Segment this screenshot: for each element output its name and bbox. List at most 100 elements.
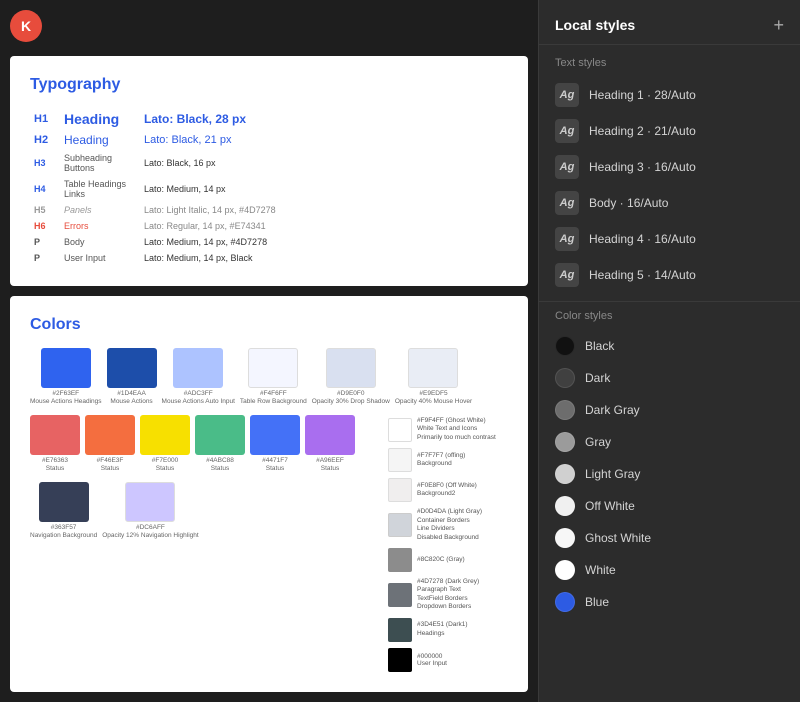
swatch-box-ghostwhite bbox=[388, 418, 412, 442]
color-style-lightgray[interactable]: Light Gray bbox=[539, 458, 800, 490]
ag-icon-heading1: Ag bbox=[555, 83, 579, 107]
text-style-heading3[interactable]: Ag Heading 3 · 16/Auto bbox=[539, 149, 800, 185]
swatch-paleblue: #F4F6FFTable Row Background bbox=[240, 348, 307, 407]
color-swatch-dark1: #3D4E51 (Dark1)Headings bbox=[388, 616, 508, 644]
typo-name-h1: Heading bbox=[60, 108, 140, 130]
swatch-brightblue-box bbox=[250, 415, 300, 455]
color-style-offwhite-label: Off White bbox=[585, 499, 635, 513]
swatch-navbg: #363F57Navigation Background bbox=[30, 482, 97, 541]
swatch-yellow-box bbox=[140, 415, 190, 455]
swatch-yellow-text: #F7E000Status bbox=[152, 457, 178, 474]
swatch-paleblue-text: #F4F6FFTable Row Background bbox=[240, 390, 307, 407]
swatch-yellow: #F7E000Status bbox=[140, 415, 190, 474]
typo-label-h4: H4 bbox=[30, 176, 60, 202]
color-style-offwhite[interactable]: Off White bbox=[539, 490, 800, 522]
swatch-navhigh-text: #DC6AFFOpacity 12% Navigation Highlight bbox=[102, 524, 198, 541]
color-style-darkgray-label: Dark Gray bbox=[585, 403, 640, 417]
typo-desc-p2: Lato: Medium, 14 px, Black bbox=[140, 250, 508, 266]
swatch-green: #4ABC88Status bbox=[195, 415, 245, 474]
color-circle-blue bbox=[555, 592, 575, 612]
color-circle-darkgray bbox=[555, 400, 575, 420]
text-style-heading4-label: Heading 4 · 16/Auto bbox=[589, 232, 696, 246]
color-swatch-offwhite: #F7F7F7 (offing)Background bbox=[388, 446, 508, 474]
text-style-body-label: Body · 16/Auto bbox=[589, 196, 668, 210]
text-style-heading4[interactable]: Ag Heading 4 · 16/Auto bbox=[539, 221, 800, 257]
color-style-dark[interactable]: Dark bbox=[539, 362, 800, 394]
color-circle-dark bbox=[555, 368, 575, 388]
color-style-black-label: Black bbox=[585, 339, 614, 353]
typo-label-h6: H6 bbox=[30, 218, 60, 234]
typo-label-p: P bbox=[30, 234, 60, 250]
swatch-bluegray-text: #D9E0F0Opacity 30% Drop Shadow bbox=[312, 390, 390, 407]
color-style-gray[interactable]: Gray bbox=[539, 426, 800, 458]
text-style-heading3-label: Heading 3 · 16/Auto bbox=[589, 160, 696, 174]
ag-icon-heading2: Ag bbox=[555, 119, 579, 143]
color-circle-offwhite bbox=[555, 496, 575, 516]
swatch-brightblue: #4471F7Status bbox=[250, 415, 300, 474]
typography-table: H1 Heading Lato: Black, 28 px H2 Heading… bbox=[30, 108, 508, 266]
text-style-heading1[interactable]: Ag Heading 1 · 28/Auto bbox=[539, 77, 800, 113]
color-swatch-darkgray: #4D7278 (Dark Grey)Paragraph TextTextFie… bbox=[388, 576, 508, 614]
swatch-label-darkgray: #4D7278 (Dark Grey)Paragraph TextTextFie… bbox=[417, 578, 479, 612]
color-style-black[interactable]: Black bbox=[539, 330, 800, 362]
swatch-darkblue-box bbox=[107, 348, 157, 388]
right-content: Text styles Ag Heading 1 · 28/Auto Ag He… bbox=[539, 45, 800, 702]
dark-swatches: #363F57Navigation Background #DC6AFFOpac… bbox=[30, 482, 378, 541]
color-swatch-lightgray: #D0D4DA (Light Gray)Container BordersLin… bbox=[388, 506, 508, 544]
text-style-heading2-label: Heading 2 · 21/Auto bbox=[589, 124, 696, 138]
swatch-red-text: #E76363Status bbox=[42, 457, 68, 474]
color-style-ghostwhite[interactable]: Ghost White bbox=[539, 522, 800, 554]
ag-icon-heading5: Ag bbox=[555, 263, 579, 287]
right-panel: Local styles + Text styles Ag Heading 1 … bbox=[538, 0, 800, 702]
color-style-darkgray[interactable]: Dark Gray bbox=[539, 394, 800, 426]
swatch-red-box bbox=[30, 415, 80, 455]
swatch-purple: #A96EEFStatus bbox=[305, 415, 355, 474]
swatch-lightblue: #ADC3FFMouse Actions Auto Input bbox=[162, 348, 235, 407]
typo-desc-h2: Lato: Black, 21 px bbox=[140, 130, 508, 150]
color-style-dark-label: Dark bbox=[585, 371, 610, 385]
swatch-blue-text: #2F63EFMouse Actions Headings bbox=[30, 390, 102, 407]
swatch-orange-box bbox=[85, 415, 135, 455]
primary-swatches: #2F63EFMouse Actions Headings #1D4EAAMou… bbox=[30, 348, 508, 407]
swatch-darkblue-text: #1D4EAAMouse Actions bbox=[110, 390, 152, 407]
typo-desc-h4: Lato: Medium, 14 px bbox=[140, 176, 508, 202]
color-swatch-black: #000000User Input bbox=[388, 646, 508, 674]
ag-icon-body: Ag bbox=[555, 191, 579, 215]
color-circle-lightgray bbox=[555, 464, 575, 484]
swatch-box-lightgray bbox=[388, 513, 412, 537]
add-style-button[interactable]: + bbox=[773, 16, 784, 34]
typo-label-h5: H5 bbox=[30, 202, 60, 218]
colors-card: Colors #2F63EFMouse Actions Headings #1D… bbox=[10, 296, 528, 692]
color-style-blue[interactable]: Blue bbox=[539, 586, 800, 618]
typo-label-h3: H3 bbox=[30, 150, 60, 176]
swatch-paleblue-box bbox=[248, 348, 298, 388]
swatch-hovergray-box bbox=[408, 348, 458, 388]
swatch-brightblue-text: #4471F7Status bbox=[262, 457, 288, 474]
typo-name-h2: Heading bbox=[60, 130, 140, 150]
typo-name-h5: Panels bbox=[60, 202, 140, 218]
colors-title: Colors bbox=[30, 316, 508, 334]
color-style-white[interactable]: White bbox=[539, 554, 800, 586]
color-swatch-gray: #8C820C (Gray) bbox=[388, 546, 508, 574]
typography-card: Typography H1 Heading Lato: Black, 28 px… bbox=[10, 56, 528, 286]
swatch-lightblue-text: #ADC3FFMouse Actions Auto Input bbox=[162, 390, 235, 407]
avatar-initial: K bbox=[21, 18, 31, 34]
swatch-box-darkgray bbox=[388, 583, 412, 607]
typo-name-h4: Table Headings Links bbox=[60, 176, 140, 202]
typo-name-h6: Errors bbox=[60, 218, 140, 234]
swatch-orange: #F46E3FStatus bbox=[85, 415, 135, 474]
ag-icon-heading3: Ag bbox=[555, 155, 579, 179]
typo-desc-p: Lato: Medium, 14 px, #4D7278 bbox=[140, 234, 508, 250]
swatch-blue-box bbox=[41, 348, 91, 388]
color-circle-white bbox=[555, 560, 575, 580]
swatch-hovergray-text: #E9EDF5Opacity 40% Mouse Hover bbox=[395, 390, 472, 407]
avatar[interactable]: K bbox=[10, 10, 42, 42]
text-styles-label: Text styles bbox=[539, 57, 800, 77]
swatch-label-offwhite2: #F0E8F0 (Off White)Background2 bbox=[417, 482, 477, 499]
text-style-heading5[interactable]: Ag Heading 5 · 14/Auto bbox=[539, 257, 800, 293]
color-style-gray-label: Gray bbox=[585, 435, 611, 449]
text-style-body[interactable]: Ag Body · 16/Auto bbox=[539, 185, 800, 221]
typo-name-h3: Subheading Buttons bbox=[60, 150, 140, 176]
text-style-heading2[interactable]: Ag Heading 2 · 21/Auto bbox=[539, 113, 800, 149]
swatch-navhigh-box bbox=[125, 482, 175, 522]
